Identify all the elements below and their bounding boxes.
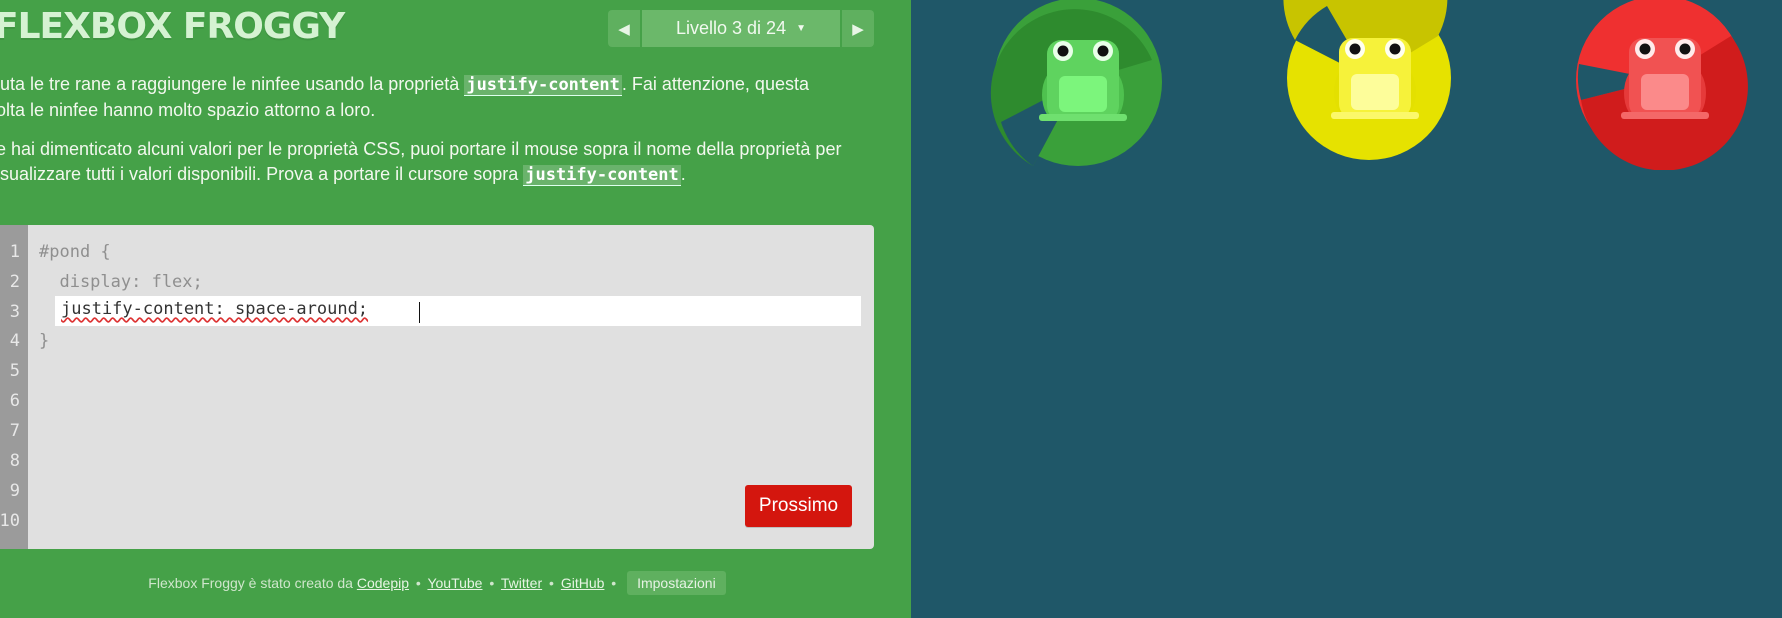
css-code-input-value: justify-content: space-around; <box>61 299 369 319</box>
green-lilypad-with-frog <box>990 0 1162 167</box>
codepip-link[interactable]: Codepip <box>357 575 409 591</box>
line-number-gutter: 1 2 3 4 5 6 7 8 9 10 <box>0 225 28 549</box>
footer-separator: • <box>611 575 617 591</box>
yellow-frog-icon <box>1331 38 1419 119</box>
red-lilypad-with-frog <box>1576 0 1748 170</box>
triangle-left-icon: ◀ <box>618 20 630 38</box>
level-indicator-dropdown[interactable]: Livello 3 di 24 ▼ <box>642 10 840 47</box>
next-button[interactable]: Prossimo <box>745 485 852 527</box>
line-number: 9 <box>9 481 20 501</box>
line-number: 7 <box>9 421 20 441</box>
footer: Flexbox Froggy è stato creato da Codepip… <box>0 571 874 595</box>
next-level-button[interactable]: ▶ <box>842 10 874 47</box>
caret-down-icon: ▼ <box>796 23 806 34</box>
app-logo: FLEXBOX FROGGY <box>0 6 345 47</box>
css-code-input[interactable]: justify-content: space-around; <box>55 296 861 326</box>
line-number: 2 <box>9 272 20 292</box>
red-frog-icon <box>1621 38 1709 119</box>
code-line-selector: #pond { <box>39 242 111 262</box>
code-editor: 1 2 3 4 5 6 7 8 9 10 #pond { display: fl… <box>0 225 874 549</box>
footer-separator: • <box>415 575 421 591</box>
triangle-right-icon: ▶ <box>852 20 864 38</box>
justify-content-property-hint[interactable]: justify-content <box>464 75 622 96</box>
text-cursor <box>419 302 420 323</box>
line-number: 8 <box>9 451 20 471</box>
github-link[interactable]: GitHub <box>561 575 605 591</box>
line-number: 3 <box>9 302 20 322</box>
instructions-text: isualizzare tutti i valori disponibili. … <box>0 164 524 184</box>
level-navigation: ◀ Livello 3 di 24 ▼ ▶ <box>608 10 874 47</box>
instructions-text: . <box>680 164 686 184</box>
previous-level-button[interactable]: ◀ <box>608 10 640 47</box>
instructions-text: olta le ninfee hanno molto spazio attorn… <box>0 100 376 120</box>
pond <box>911 0 1782 618</box>
instructions-text: iuta le tre rane a raggiungere le ninfee… <box>0 74 465 94</box>
footer-credit: Flexbox Froggy è stato creato da <box>148 575 353 591</box>
yellow-lilypad-with-frog <box>1283 0 1451 160</box>
instructions-text: e hai dimenticato alcuni valori per le p… <box>0 139 842 159</box>
code-line-display: display: flex; <box>39 272 203 292</box>
level-indicator-label: Livello 3 di 24 <box>676 18 787 38</box>
line-number: 10 <box>0 511 20 531</box>
footer-separator: • <box>489 575 495 591</box>
line-number: 5 <box>9 361 20 381</box>
footer-separator: • <box>549 575 554 591</box>
justify-content-property-hint[interactable]: justify-content <box>523 165 681 186</box>
youtube-link[interactable]: YouTube <box>427 575 482 591</box>
line-number: 1 <box>9 242 20 262</box>
line-number: 4 <box>9 331 20 351</box>
settings-button[interactable]: Impostazioni <box>627 571 726 595</box>
instructions-paragraph-2: e hai dimenticato alcuni valori per le p… <box>0 137 876 188</box>
sidebar: FLEXBOX FROGGY ◀ Livello 3 di 24 ▼ ▶ iut… <box>0 0 911 618</box>
twitter-link[interactable]: Twitter <box>501 575 542 591</box>
instructions-paragraph-1: iuta le tre rane a raggiungere le ninfee… <box>0 72 876 123</box>
green-frog-icon <box>1039 40 1127 121</box>
code-line-closing-brace: } <box>39 331 50 351</box>
instructions-text: . Fai attenzione, questa <box>621 74 809 94</box>
line-number: 6 <box>9 391 20 411</box>
